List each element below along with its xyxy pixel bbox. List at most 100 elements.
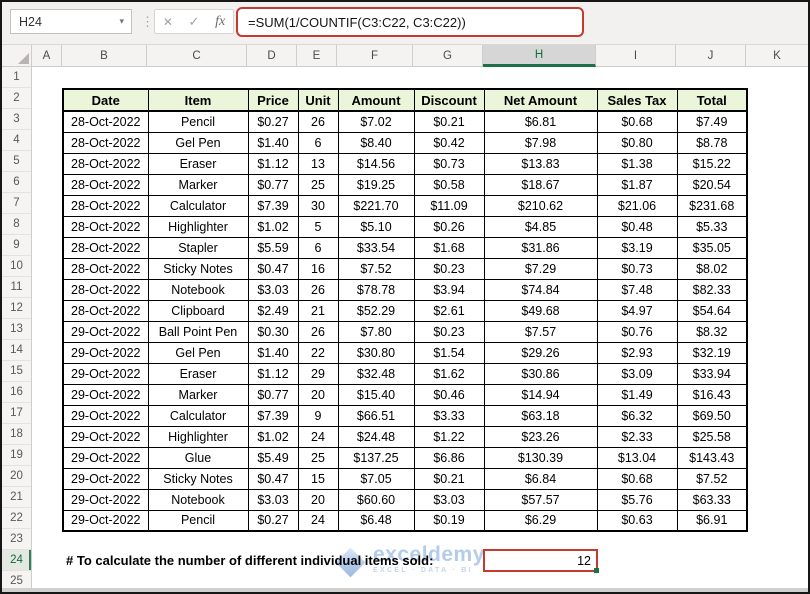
table-cell-total[interactable]: $69.50 — [676, 404, 748, 427]
table-cell-date[interactable]: 28-Oct-2022 — [62, 236, 149, 259]
table-cell-amount[interactable]: $78.78 — [337, 278, 415, 301]
table-cell-net-amount[interactable]: $7.29 — [483, 257, 598, 280]
table-cell-unit[interactable]: 26 — [297, 320, 339, 343]
table-cell-amount[interactable]: $32.48 — [337, 362, 415, 385]
table-cell-date[interactable]: 29-Oct-2022 — [62, 467, 149, 490]
table-cell-date[interactable]: 28-Oct-2022 — [62, 194, 149, 217]
table-cell-total[interactable]: $7.49 — [676, 110, 748, 133]
table-cell-item[interactable]: Marker — [147, 173, 249, 196]
table-cell-price[interactable]: $0.77 — [247, 383, 299, 406]
table-cell-sales-tax[interactable]: $6.32 — [596, 404, 678, 427]
table-header-cell[interactable]: Discount — [413, 88, 485, 112]
table-cell-amount[interactable]: $6.48 — [337, 509, 415, 532]
column-header-cell[interactable]: J — [676, 45, 746, 67]
table-cell-sales-tax[interactable]: $1.87 — [596, 173, 678, 196]
table-cell-date[interactable]: 29-Oct-2022 — [62, 446, 149, 469]
table-cell-total[interactable]: $54.64 — [676, 299, 748, 322]
table-cell-item[interactable]: Notebook — [147, 488, 249, 511]
table-cell-total[interactable]: $8.78 — [676, 131, 748, 154]
table-cell-discount[interactable]: $6.86 — [413, 446, 485, 469]
table-cell-item[interactable]: Clipboard — [147, 299, 249, 322]
table-cell-discount[interactable]: $0.73 — [413, 152, 485, 175]
table-cell-unit[interactable]: 24 — [297, 425, 339, 448]
table-cell-date[interactable]: 29-Oct-2022 — [62, 362, 149, 385]
table-cell-amount[interactable]: $19.25 — [337, 173, 415, 196]
table-cell-amount[interactable]: $221.70 — [337, 194, 415, 217]
column-header-cell[interactable]: A — [32, 45, 62, 67]
table-cell-price[interactable]: $0.77 — [247, 173, 299, 196]
column-header-cell[interactable]: B — [62, 45, 147, 67]
table-cell-price[interactable]: $0.30 — [247, 320, 299, 343]
table-cell-net-amount[interactable]: $130.39 — [483, 446, 598, 469]
table-cell-amount[interactable]: $66.51 — [337, 404, 415, 427]
row-header-cell[interactable]: 18 — [2, 424, 31, 445]
table-cell-amount[interactable]: $24.48 — [337, 425, 415, 448]
table-cell-date[interactable]: 29-Oct-2022 — [62, 425, 149, 448]
table-cell-price[interactable]: $1.12 — [247, 152, 299, 175]
table-cell-sales-tax[interactable]: $13.04 — [596, 446, 678, 469]
column-header-cell[interactable]: F — [337, 45, 413, 67]
table-cell-net-amount[interactable]: $74.84 — [483, 278, 598, 301]
table-cell-unit[interactable]: 5 — [297, 215, 339, 238]
table-cell-discount[interactable]: $0.58 — [413, 173, 485, 196]
table-cell-total[interactable]: $231.68 — [676, 194, 748, 217]
table-cell-total[interactable]: $5.33 — [676, 215, 748, 238]
chevron-down-icon[interactable]: ▾ — [119, 16, 131, 27]
select-all-corner[interactable] — [2, 45, 32, 67]
table-cell-unit[interactable]: 20 — [297, 488, 339, 511]
table-cell-net-amount[interactable]: $210.62 — [483, 194, 598, 217]
table-cell-item[interactable]: Gel Pen — [147, 341, 249, 364]
table-cell-price[interactable]: $7.39 — [247, 404, 299, 427]
table-cell-total[interactable]: $8.02 — [676, 257, 748, 280]
table-cell-unit[interactable]: 25 — [297, 446, 339, 469]
column-header-cell[interactable]: H — [483, 45, 596, 67]
table-cell-total[interactable]: $35.05 — [676, 236, 748, 259]
table-cell-unit[interactable]: 30 — [297, 194, 339, 217]
table-cell-net-amount[interactable]: $13.83 — [483, 152, 598, 175]
table-cell-date[interactable]: 29-Oct-2022 — [62, 341, 149, 364]
table-cell-price[interactable]: $5.49 — [247, 446, 299, 469]
table-cell-amount[interactable]: $7.80 — [337, 320, 415, 343]
table-header-cell[interactable]: Total — [676, 88, 748, 112]
table-cell-unit[interactable]: 25 — [297, 173, 339, 196]
table-cell-item[interactable]: Pencil — [147, 110, 249, 133]
row-header-cell[interactable]: 20 — [2, 466, 31, 487]
table-cell-date[interactable]: 28-Oct-2022 — [62, 278, 149, 301]
row-header-cell[interactable]: 13 — [2, 319, 31, 340]
row-header-cell[interactable]: 21 — [2, 487, 31, 508]
row-header-cell[interactable]: 7 — [2, 193, 31, 214]
resize-handle-icon[interactable]: ⋮ — [141, 15, 154, 28]
table-cell-amount[interactable]: $60.60 — [337, 488, 415, 511]
row-header-cell[interactable]: 12 — [2, 298, 31, 319]
table-cell-item[interactable]: Gel Pen — [147, 131, 249, 154]
table-cell-net-amount[interactable]: $7.57 — [483, 320, 598, 343]
row-header-cell[interactable]: 10 — [2, 256, 31, 277]
row-header-cell[interactable]: 1 — [2, 67, 31, 88]
table-cell-discount[interactable]: $3.33 — [413, 404, 485, 427]
table-cell-sales-tax[interactable]: $0.48 — [596, 215, 678, 238]
table-cell-sales-tax[interactable]: $2.93 — [596, 341, 678, 364]
row-header-cell[interactable]: 5 — [2, 151, 31, 172]
active-cell-result[interactable]: 12 — [483, 549, 598, 572]
row-header-cell[interactable]: 14 — [2, 340, 31, 361]
table-cell-net-amount[interactable]: $6.29 — [483, 509, 598, 532]
table-cell-total[interactable]: $20.54 — [676, 173, 748, 196]
table-cell-total[interactable]: $6.91 — [676, 509, 748, 532]
table-cell-date[interactable]: 28-Oct-2022 — [62, 110, 149, 133]
cancel-icon[interactable]: ✕ — [163, 15, 173, 29]
column-header-cell[interactable]: D — [247, 45, 297, 67]
table-cell-price[interactable]: $0.27 — [247, 509, 299, 532]
formula-input[interactable]: =SUM(1/COUNTIF(C3:C22, C3:C22)) — [236, 7, 584, 37]
table-cell-item[interactable]: Highlighter — [147, 425, 249, 448]
table-header-cell[interactable]: Net Amount — [483, 88, 598, 112]
row-header-cell[interactable]: 17 — [2, 403, 31, 424]
row-header-cell[interactable]: 8 — [2, 214, 31, 235]
table-cell-price[interactable]: $1.12 — [247, 362, 299, 385]
table-cell-unit[interactable]: 13 — [297, 152, 339, 175]
table-cell-total[interactable]: $15.22 — [676, 152, 748, 175]
table-cell-price[interactable]: $7.39 — [247, 194, 299, 217]
table-cell-price[interactable]: $0.27 — [247, 110, 299, 133]
row-header-cell[interactable]: 22 — [2, 508, 31, 529]
row-header-cell[interactable]: 3 — [2, 109, 31, 130]
table-cell-item[interactable]: Marker — [147, 383, 249, 406]
